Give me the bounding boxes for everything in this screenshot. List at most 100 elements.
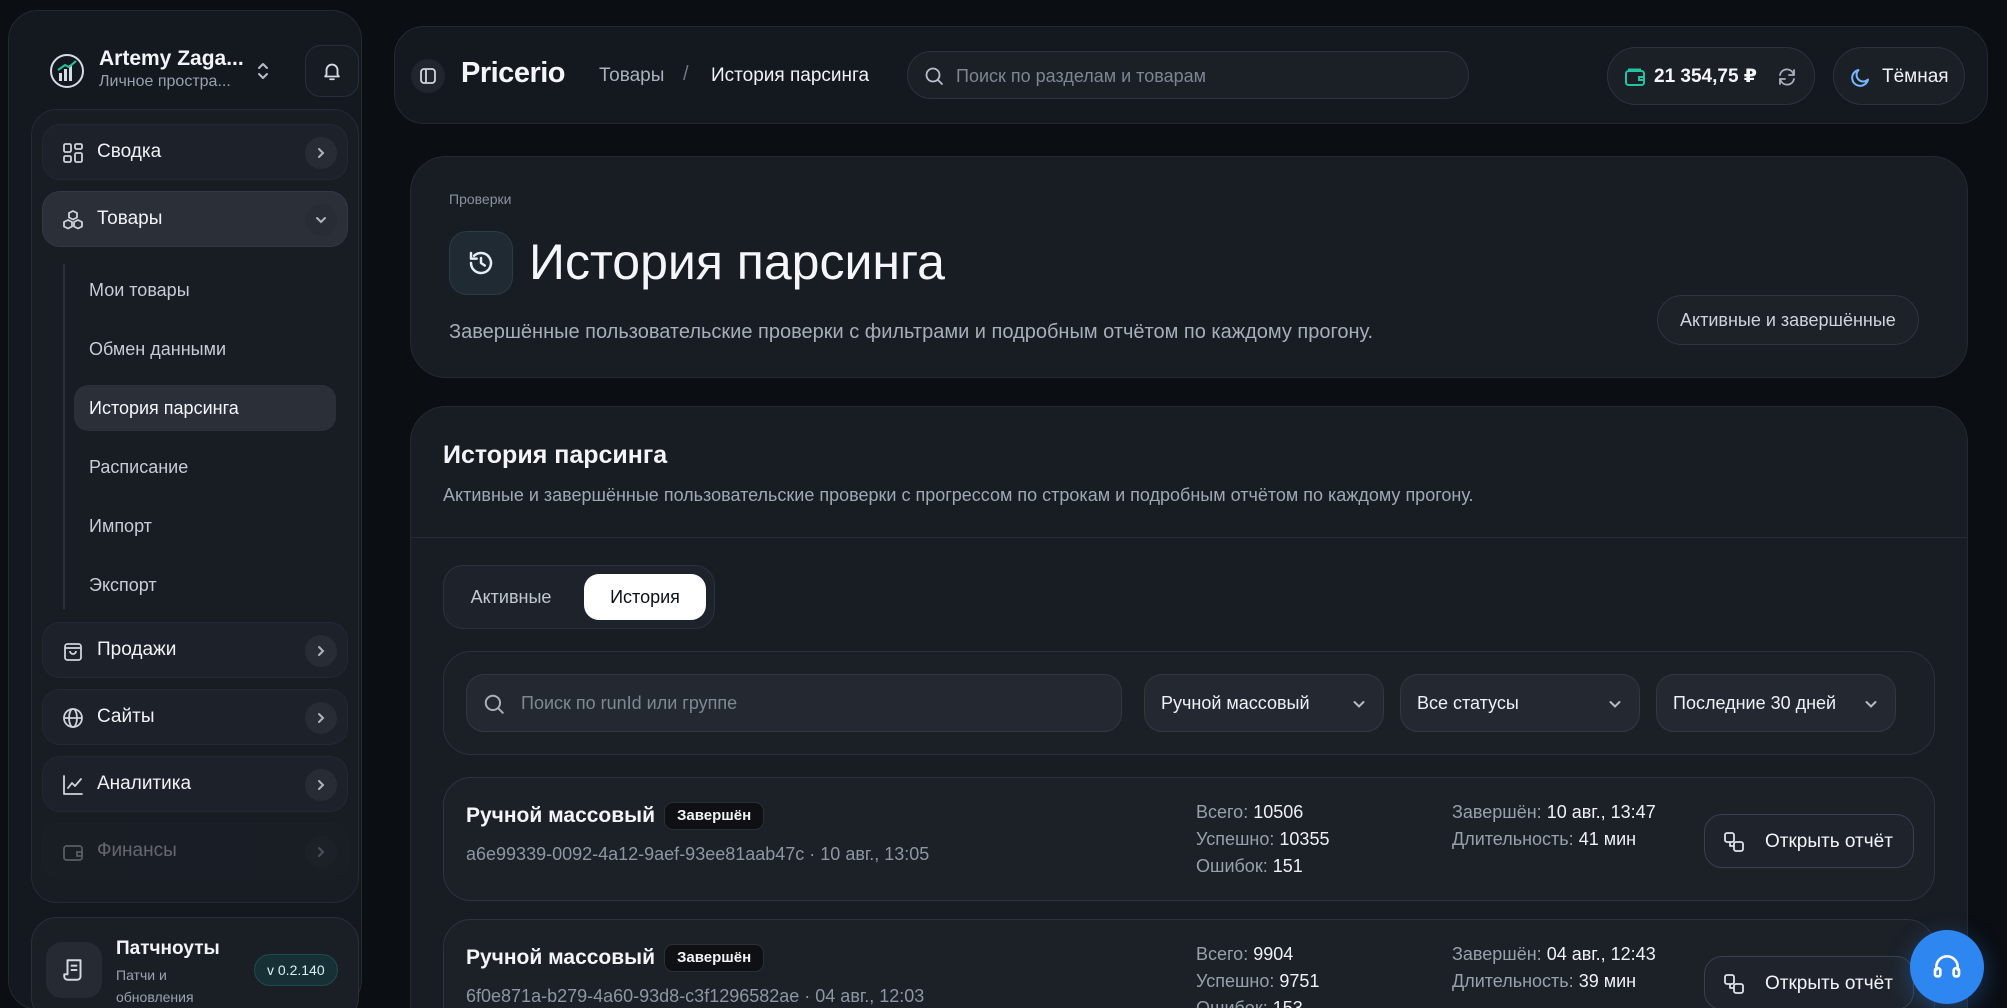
sidebar-subitem-data-exchange[interactable]: Обмен данными	[74, 326, 336, 372]
stat-total: Всего: 9904	[1196, 944, 1294, 964]
sidebar-item-label: Финансы	[97, 840, 177, 861]
moon-icon	[1850, 66, 1872, 88]
sidebar-item-sales[interactable]: Продажи	[42, 622, 348, 678]
chart-icon	[61, 773, 85, 797]
boxes-icon	[61, 208, 85, 232]
sidebar-subitem-import[interactable]: Импорт	[74, 503, 336, 549]
tab-history[interactable]: История	[584, 574, 706, 620]
period-select-value: Последние 30 дней	[1673, 693, 1837, 713]
open-report-button[interactable]: Открыть отчёт	[1704, 814, 1914, 868]
shopping-bag-icon	[61, 639, 85, 663]
scope-badge: Активные и завершённые	[1657, 295, 1919, 345]
history-card: История парсинга Активные и завершённые …	[410, 406, 1968, 1008]
stat-success: Успешно: 9751	[1196, 971, 1320, 991]
status-select[interactable]: Все статусы	[1400, 674, 1640, 732]
wallet-icon	[1624, 66, 1646, 88]
chevron-updown-icon	[249, 57, 277, 85]
bell-icon	[324, 63, 340, 81]
sidebar-item-analytics[interactable]: Аналитика	[42, 756, 348, 812]
workspace-subtitle: Личное простра...	[99, 73, 231, 90]
stat-duration: Длительность: 39 мин	[1452, 971, 1637, 991]
period-select[interactable]: Последние 30 дней	[1656, 674, 1896, 732]
tab-active[interactable]: Активные	[454, 574, 568, 620]
page-title: История парсинга	[529, 234, 945, 290]
sidebar-item-summary[interactable]: Сводка	[42, 124, 348, 180]
page-header-card: Проверки История парсинга Завершённые по…	[410, 156, 1968, 378]
app-logo[interactable]: Pricerio	[461, 57, 566, 90]
chevron-down-icon	[1351, 696, 1367, 712]
sidebar-item-products[interactable]: Товары	[42, 191, 348, 247]
refresh-icon[interactable]	[1776, 66, 1798, 88]
notifications-button[interactable]	[305, 45, 359, 97]
sidebar-item-label: Продажи	[97, 639, 177, 660]
run-title: Ручной массовый	[466, 804, 656, 827]
breadcrumb-separator: /	[683, 63, 689, 85]
filters-bar: Поиск по runId или группе Ручной массовы…	[443, 651, 1935, 755]
search-placeholder: Поиск по разделам и товарам	[956, 66, 1206, 86]
runid-search-input[interactable]: Поиск по runId или группе	[466, 674, 1122, 732]
page-description: Завершённые пользовательские проверки с …	[449, 321, 1374, 343]
headset-icon	[1933, 955, 1961, 978]
section-title: История парсинга	[443, 441, 668, 469]
run-meta: a6e99339-0092-4a12-9aef-93ee81aab47c · 1…	[466, 844, 930, 864]
report-link-icon	[1723, 973, 1745, 995]
submenu-line	[63, 264, 65, 609]
global-search-input[interactable]: Поиск по разделам и товарам	[907, 51, 1469, 99]
sidebar-nav: Сводка Товары Мои товары Обмен данными И…	[31, 109, 359, 903]
chevron-right-icon	[305, 836, 337, 868]
status-select-value: Все статусы	[1417, 693, 1519, 713]
chevron-right-icon	[305, 137, 337, 169]
stat-total: Всего: 10506	[1196, 802, 1304, 822]
balance-value: 21 354,75 ₽	[1654, 66, 1758, 87]
chevron-right-icon	[305, 769, 337, 801]
stat-duration: Длительность: 41 мин	[1452, 829, 1637, 849]
theme-toggle-button[interactable]: Тёмная	[1833, 47, 1965, 105]
version-badge: v 0.2.140	[254, 954, 338, 986]
divider	[411, 537, 1967, 538]
chevron-down-icon	[305, 204, 337, 236]
status-badge: Завершён	[664, 944, 765, 972]
balance-widget[interactable]: 21 354,75 ₽	[1607, 47, 1815, 105]
wallet-icon	[61, 840, 85, 864]
type-select[interactable]: Ручной массовый	[1144, 674, 1384, 732]
chevron-right-icon	[305, 635, 337, 667]
sidebar-item-label: Сводка	[97, 141, 162, 162]
sidebar-subitem-schedule[interactable]: Расписание	[74, 444, 336, 490]
section-description: Активные и завершённые пользовательские …	[443, 485, 1474, 505]
search-icon	[483, 693, 505, 715]
history-icon	[449, 231, 513, 295]
open-report-button[interactable]: Открыть отчёт	[1704, 956, 1914, 1008]
theme-label: Тёмная	[1882, 66, 1949, 87]
sidebar-item-finance[interactable]: Финансы	[42, 823, 348, 879]
patch-notes-card[interactable]: Патчноуты Патчи и обновления v 0.2.140	[31, 917, 359, 1008]
sidebar-subitem-parsing-history[interactable]: История парсинга	[74, 385, 336, 431]
sidebar-toggle-button[interactable]	[411, 59, 445, 93]
patch-title: Патчноуты	[116, 938, 220, 959]
workspace-name: Artemy Zaga...	[99, 47, 244, 70]
topbar: Pricerio Товары / История парсинга Поиск…	[394, 26, 1988, 124]
patch-subtitle: Патчи и обновления	[116, 967, 194, 1005]
tab-switcher: Активные История	[443, 565, 715, 629]
stat-finished: Завершён: 04 авг., 12:43	[1452, 944, 1656, 964]
breadcrumb-current: История парсинга	[711, 65, 870, 86]
stat-success: Успешно: 10355	[1196, 829, 1330, 849]
stat-errors: Ошибок: 153	[1196, 998, 1303, 1008]
sidebar-item-label: Аналитика	[97, 773, 192, 794]
sidebar-item-sites[interactable]: Сайты	[42, 689, 348, 745]
globe-icon	[61, 706, 85, 730]
search-placeholder: Поиск по runId или группе	[521, 693, 738, 713]
chevron-right-icon	[305, 702, 337, 734]
sidebar-subitem-export[interactable]: Экспорт	[74, 562, 336, 608]
open-report-label: Открыть отчёт	[1765, 973, 1893, 994]
sidebar-item-label: Сайты	[97, 706, 155, 727]
run-meta: 6f0e871a-b279-4a60-93d8-c3f1296582ae · 0…	[466, 986, 925, 1006]
sidebar-subitem-my-products[interactable]: Мои товары	[74, 267, 336, 313]
status-badge: Завершён	[664, 802, 765, 830]
support-chat-button[interactable]	[1910, 930, 1984, 1004]
breadcrumb-parent[interactable]: Товары	[599, 65, 664, 87]
run-row: Ручной массовый Завершён 6f0e871a-b279-4…	[443, 919, 1935, 1008]
type-select-value: Ручной массовый	[1161, 693, 1310, 713]
search-icon	[924, 66, 944, 86]
page-overline: Проверки	[449, 191, 512, 207]
run-title: Ручной массовый	[466, 946, 656, 969]
